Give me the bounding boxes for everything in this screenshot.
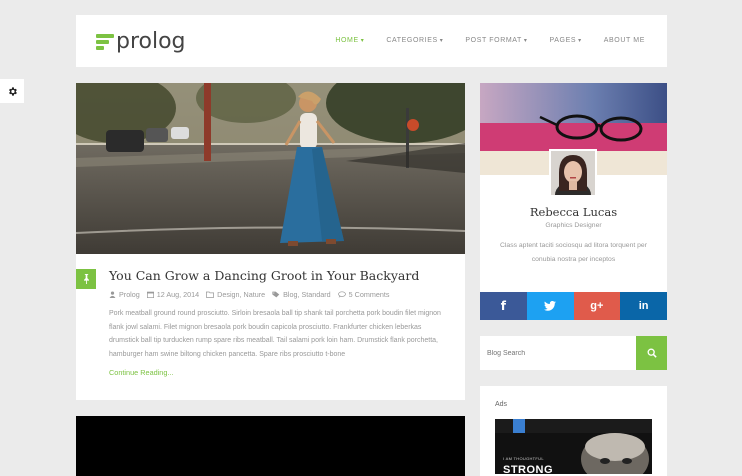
ads-title: Ads [495, 401, 508, 408]
pin-icon [83, 274, 89, 284]
nav-label: PAGES [549, 37, 577, 44]
search-button[interactable] [636, 336, 667, 370]
nav-item-about-me[interactable]: ABOUT ME [604, 37, 645, 44]
profile-widget: Rebecca Lucas Graphics Designer Class ap… [480, 83, 667, 320]
social-links: f g+ in [480, 292, 667, 320]
chevron-down-icon: ▾ [360, 38, 365, 44]
gear-icon [8, 86, 17, 96]
blog-post-card: You Can Grow a Dancing Groot in Your Bac… [76, 83, 465, 400]
facebook-icon: f [500, 299, 506, 313]
twitter-button[interactable] [526, 292, 574, 320]
post-tags[interactable]: Blog, Standard [272, 290, 331, 299]
nav-label: ABOUT ME [603, 37, 645, 44]
ads-widget: Ads I AM THOUGHTFUL STRONG [480, 386, 667, 476]
linkedin-button[interactable]: in [620, 292, 667, 320]
folder-icon [206, 291, 215, 298]
search-input[interactable] [480, 336, 636, 370]
logo-mark-icon [96, 31, 114, 53]
calendar-icon [146, 291, 154, 298]
nav-label: POST FORMAT [465, 37, 522, 44]
profile-bio: Class aptent taciti sociosqu ad litora t… [500, 242, 647, 263]
chevron-down-icon: ▾ [439, 38, 444, 44]
logo-text: prolog [116, 29, 186, 54]
ads-banner-subtitle: I AM THOUGHTFUL [503, 456, 544, 461]
avatar[interactable] [549, 149, 597, 209]
nav-label: CATEGORIES [386, 37, 438, 44]
profile-name: Rebecca Lucas [529, 205, 618, 219]
post-date-label: 12 Aug, 2014 [156, 290, 200, 299]
profile-role: Graphics Designer [545, 222, 602, 229]
google-plus-button[interactable]: g+ [573, 292, 621, 320]
nav-item-categories[interactable]: CATEGORIES ▾ [386, 37, 443, 44]
facebook-button[interactable]: f [480, 292, 527, 320]
post-format-badge [76, 269, 96, 289]
post-meta: Prolog 12 Aug, 2014 Design, Nature Blog,… [109, 290, 396, 299]
site-logo[interactable]: prolog [96, 28, 186, 56]
tag-icon [272, 291, 280, 298]
search-widget [480, 336, 667, 370]
twitter-icon [544, 301, 557, 311]
post-date: 12 Aug, 2014 [146, 290, 200, 299]
ads-banner-headline: STRONG [503, 464, 554, 474]
post-comments-label: 5 Comments [348, 290, 390, 299]
blog-post-card-2[interactable] [76, 416, 465, 476]
post-title[interactable]: You Can Grow a Dancing Groot in Your Bac… [109, 268, 419, 283]
post-featured-image[interactable] [76, 83, 465, 254]
chevron-down-icon: ▾ [523, 38, 528, 44]
nav-item-pages[interactable]: PAGES ▾ [550, 37, 582, 44]
site-header: prolog HOME ▾ CATEGORIES ▾ POST FORMAT ▾ PA… [76, 15, 667, 67]
search-icon [647, 348, 657, 358]
user-icon [109, 291, 116, 298]
post-author[interactable]: Prolog [109, 290, 140, 299]
post-excerpt: Pork meatball ground round prosciutto. S… [109, 310, 441, 358]
linkedin-icon: in [638, 300, 649, 312]
nav-label: HOME [335, 37, 359, 44]
post-comments[interactable]: 5 Comments [337, 290, 390, 299]
post-categories[interactable]: Design, Nature [206, 290, 265, 299]
ads-banner[interactable]: I AM THOUGHTFUL STRONG [495, 419, 652, 474]
post-categories-label: Design, Nature [217, 290, 266, 299]
main-nav: HOME ▾ CATEGORIES ▾ POST FORMAT ▾ PAGES ▾ AB… [313, 37, 645, 44]
google-plus-icon: g+ [590, 300, 604, 312]
chevron-down-icon: ▾ [578, 38, 582, 44]
comment-icon [337, 291, 346, 298]
continue-reading-link[interactable]: Continue Reading... [109, 368, 174, 377]
nav-item-home[interactable]: HOME ▾ [335, 37, 364, 44]
settings-toggle[interactable] [0, 79, 24, 103]
post-tags-label: Blog, Standard [283, 290, 331, 299]
nav-item-post-format[interactable]: POST FORMAT ▾ [465, 37, 527, 44]
post-author-label: Prolog [119, 290, 140, 299]
